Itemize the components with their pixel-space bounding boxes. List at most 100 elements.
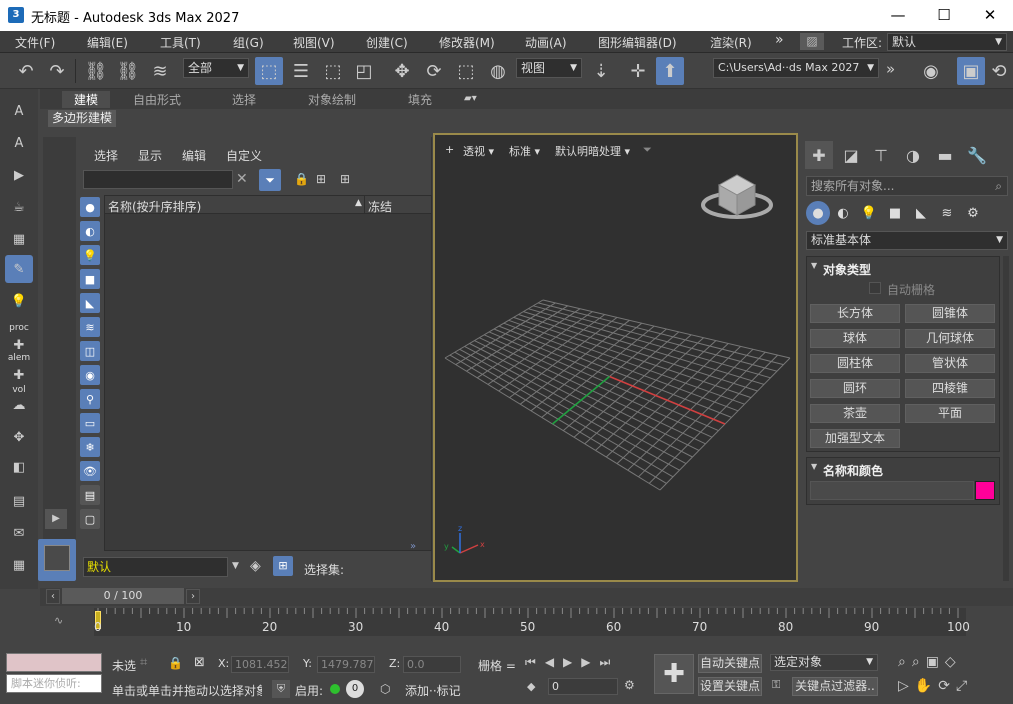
tube-button[interactable]: 管状体 [905,354,995,373]
cube-icon[interactable]: ⬡ [380,682,390,696]
rect-selection-icon[interactable]: ⬚ [319,57,347,85]
stripes-icon[interactable]: ▨ [800,33,824,50]
select-object-icon[interactable]: ⬚ [255,57,283,85]
pyramid-button[interactable]: 四棱锥 [905,379,995,398]
ribbon-options-icon[interactable]: ▰▾ [464,93,477,104]
primitive-category-select[interactable]: 标准基本体 ▼ [806,231,1008,250]
geosphere-button[interactable]: 几何球体 [905,329,995,348]
filter-cameras-icon[interactable]: ■ [80,269,100,289]
zoom-extents-icon[interactable]: ▣ [926,654,945,670]
minimize-button[interactable]: — [875,0,921,31]
object-color-swatch[interactable] [975,481,995,500]
plane-button[interactable]: 平面 [905,404,995,423]
menu-modifiers[interactable]: 修改器(M) [439,34,495,51]
zoom-extents-all-icon[interactable]: ◇ [945,654,962,670]
bind-space-warp-icon[interactable]: ≋ [146,57,174,85]
sphere-button[interactable]: 球体 [810,329,900,348]
go-to-start-icon[interactable]: ⏮ [525,655,545,669]
placement-icon[interactable]: ◍ [484,57,512,85]
object-search-input[interactable]: 搜索所有对象... ⌕ [806,176,1008,196]
menu-tools[interactable]: 工具(T) [160,34,201,51]
key-selection-select[interactable]: 选定对象 ▼ [770,654,878,671]
box-button[interactable]: 长方体 [810,304,900,323]
scene-search-input[interactable] [83,170,233,189]
filter-bones-icon[interactable]: ⚲ [80,389,100,409]
maxscript-listener-input[interactable]: 脚本迷你侦听: [6,674,102,693]
tab-populate[interactable]: 填充 [408,91,432,108]
menu-graph-editors[interactable]: 图形编辑器(D) [598,34,677,51]
toolbar-more[interactable]: » [886,60,895,78]
scene-menu-customize[interactable]: 自定义 [226,147,262,164]
play-text-icon[interactable]: ▶ [5,161,33,189]
y-coord-input[interactable]: 1479.787 [317,656,375,673]
hierarchy-icon[interactable]: ⊞ [316,172,326,186]
close-button[interactable]: ✕ [967,0,1013,31]
next-key-icon[interactable]: ▶ [581,655,599,669]
filter-lights-icon[interactable]: 💡 [80,245,100,265]
shield-icon[interactable]: ⛨ [272,680,290,698]
save-icon[interactable]: ▣ [957,57,985,85]
hierarchy-tab-icon[interactable]: ⊤ [867,141,895,169]
menu-animation[interactable]: 动画(A) [525,34,567,51]
current-frame-input[interactable]: 0 [548,678,618,695]
maxscript-listener-pink[interactable] [6,653,102,672]
scene-menu-display[interactable]: 显示 [138,147,162,164]
menu-create[interactable]: 创建(C) [366,34,408,51]
column-name[interactable]: 名称(按升序排序) [108,198,201,215]
filter-none-icon[interactable]: ▢ [80,509,100,529]
table-icon[interactable]: ▦ [5,225,33,253]
perspective-viewport[interactable]: + 透视 ▾ 标准 ▾ 默认明暗处理 ▾ ⏷ x y z [433,133,798,582]
unlink-icon[interactable]: ⛓ [114,57,142,85]
filter-geometry-icon[interactable]: ● [80,197,100,217]
polygon-modeling-label[interactable]: 多边形建模 [48,110,117,127]
move-icon[interactable]: ✥ [388,57,416,85]
filter-icon[interactable]: ⏷ [259,169,281,191]
text-plus-button[interactable]: 加强型文本 [810,429,900,448]
create-tab-icon[interactable]: ✚ [805,141,833,169]
column-frozen[interactable]: 冻结 [368,198,392,215]
command-panel-scrollbar[interactable] [1003,256,1009,581]
tab-object-paint[interactable]: 对象绘制 [308,91,356,108]
pivot-center-icon[interactable]: ⇣ [587,57,615,85]
enable-count[interactable]: 0 [346,680,364,698]
category-systems-icon[interactable]: ⚙ [961,201,985,225]
lock-icon[interactable]: 🔒 [294,172,309,186]
menu-rendering[interactable]: 渲染(R) [710,34,752,51]
next-frame-icon[interactable]: › [186,589,200,604]
selection-lock-icon[interactable]: 🔒 [168,656,183,670]
redo-icon[interactable]: ↷ [43,57,71,85]
rollout-collapse-icon[interactable]: ▼ [811,462,817,471]
display-tab-icon[interactable]: ▬ [931,141,959,169]
rollout-collapse-icon[interactable]: ▼ [811,261,817,270]
filter-containers-icon[interactable]: ▭ [80,413,100,433]
cone-button[interactable]: 圆锥体 [905,304,995,323]
play-icon[interactable]: ▶ [563,655,581,669]
teapot-button[interactable]: 茶壶 [810,404,900,423]
scene-object-list[interactable]: 名称(按升序排序) ▲ 冻结 [104,195,432,551]
object-name-input[interactable] [810,481,974,500]
layer-select[interactable]: 默认 [83,557,228,577]
cylinder-button[interactable]: 圆柱体 [810,354,900,373]
create-text-icon[interactable]: A [5,97,33,125]
prev-frame-icon[interactable]: ‹ [46,589,60,604]
absolute-mode-icon[interactable]: ⊠ [194,655,205,670]
category-helpers-icon[interactable]: ◣ [909,201,933,225]
expand-icon[interactable]: » [410,541,416,552]
layers-icon[interactable]: ◈ [250,558,261,574]
maximize-button[interactable]: ☐ [921,0,967,31]
tab-freeform[interactable]: 自由形式 [133,91,181,108]
category-spacewarps-icon[interactable]: ≋ [935,201,959,225]
z-coord-input[interactable]: 0.0 [403,656,461,673]
paint-icon[interactable]: ✎ [5,255,33,283]
schematic-icon[interactable]: ▦ [5,551,33,579]
edit-text-icon[interactable]: A [5,129,33,157]
menu-more[interactable]: » [775,32,784,48]
modify-tab-icon[interactable]: ◪ [837,141,865,169]
set-key-large-icon[interactable]: ✚ [654,654,694,694]
go-to-end-icon[interactable]: ⏭ [600,655,620,669]
menu-edit[interactable]: 编辑(E) [87,34,128,51]
set-key-button[interactable]: 设置关键点 [698,677,762,696]
menu-file[interactable]: 文件(F) [15,34,55,51]
layer-hierarchy-icon[interactable]: ⊞ [340,172,350,186]
puzzle-icon[interactable]: ✥ [5,423,33,451]
